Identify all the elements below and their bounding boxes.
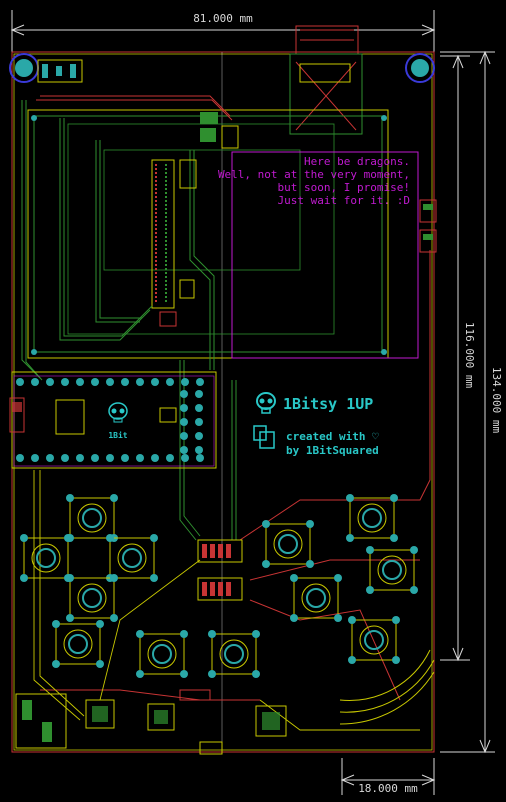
header-pin <box>195 446 203 454</box>
skull-icon <box>108 402 128 423</box>
skull-logo-icon <box>256 392 276 414</box>
header-pin <box>61 378 69 386</box>
tactile-button <box>346 494 398 542</box>
dimension-inner-height-label: 116.000 mm <box>463 322 476 389</box>
header-pin <box>46 378 54 386</box>
mounting-hole-right <box>405 53 435 83</box>
1bitsquared-logo-icon <box>253 425 275 449</box>
tactile-button <box>208 630 260 678</box>
header-pin <box>136 454 144 462</box>
header-pin <box>151 378 159 386</box>
display-fpc-connector <box>151 159 175 309</box>
title-block: 1Bitsy 1UP created with ♡ by 1BitSquared <box>253 392 379 457</box>
tactile-button <box>20 534 72 582</box>
dragon-note-line-1: Here be dragons. <box>304 155 410 168</box>
header-pin <box>61 454 69 462</box>
top-switch-footprint <box>37 59 83 83</box>
pcb-layout-view: 81.000 mm 134.000 mm 116.000 mm 18.000 m… <box>9 10 503 795</box>
header-pin <box>181 454 189 462</box>
tactile-button <box>52 620 104 668</box>
top-chips <box>159 112 239 327</box>
header-pin <box>76 454 84 462</box>
dimension-total-height: 134.000 mm <box>440 50 503 754</box>
tactile-button <box>136 630 188 678</box>
tactile-button <box>366 546 418 594</box>
sd-card-connector <box>289 25 363 135</box>
tactile-button <box>348 616 400 664</box>
header-pin <box>106 378 114 386</box>
header-pin <box>196 378 204 386</box>
header-pin <box>180 418 188 426</box>
header-pin <box>91 378 99 386</box>
header-pin <box>151 454 159 462</box>
dragon-note-line-4: Just wait for it. :D <box>278 194 410 207</box>
mcu-module: 1Bit <box>9 371 217 469</box>
dragon-note-line-3: but soon, I promise! <box>278 181 410 194</box>
header-pin <box>181 378 189 386</box>
dimension-bottom-width-label: 18.000 mm <box>358 782 418 795</box>
header-pin <box>196 454 204 462</box>
dimension-bottom-width: 18.000 mm <box>340 758 436 795</box>
header-pin <box>166 454 174 462</box>
header-pin <box>16 378 24 386</box>
credit-line-1: created with ♡ <box>286 430 379 443</box>
header-pin <box>121 454 129 462</box>
header-pin <box>121 378 129 386</box>
tactile-button <box>262 520 314 568</box>
dragon-note-line-2: Well, not at the very moment, <box>218 168 410 181</box>
header-pin <box>195 418 203 426</box>
header-pin <box>180 404 188 412</box>
header-pin <box>31 454 39 462</box>
header-pin <box>195 390 203 398</box>
header-pin <box>106 454 114 462</box>
dimension-total-height-label: 134.000 mm <box>490 367 503 434</box>
dimension-inner-height: 116.000 mm <box>440 54 476 662</box>
header-pin <box>180 390 188 398</box>
mcu-small-label: 1Bit <box>108 430 127 440</box>
center-connectors <box>197 539 243 601</box>
header-pin <box>46 454 54 462</box>
header-pin <box>180 432 188 440</box>
header-pin <box>76 378 84 386</box>
header-pin <box>91 454 99 462</box>
header-pin <box>180 446 188 454</box>
trace-bundle-left <box>21 100 153 381</box>
trace-bundle-right <box>179 150 237 541</box>
dimension-top-width-label: 81.000 mm <box>193 12 253 25</box>
dimension-top-width: 81.000 mm <box>10 10 436 55</box>
credit-line-2: by 1BitSquared <box>286 444 379 457</box>
header-pin <box>195 432 203 440</box>
header-pin <box>195 404 203 412</box>
header-pin <box>166 378 174 386</box>
board-title: 1Bitsy 1UP <box>283 395 373 413</box>
header-pin <box>31 378 39 386</box>
display-module <box>27 109 389 359</box>
header-pin <box>136 378 144 386</box>
header-pin <box>16 454 24 462</box>
